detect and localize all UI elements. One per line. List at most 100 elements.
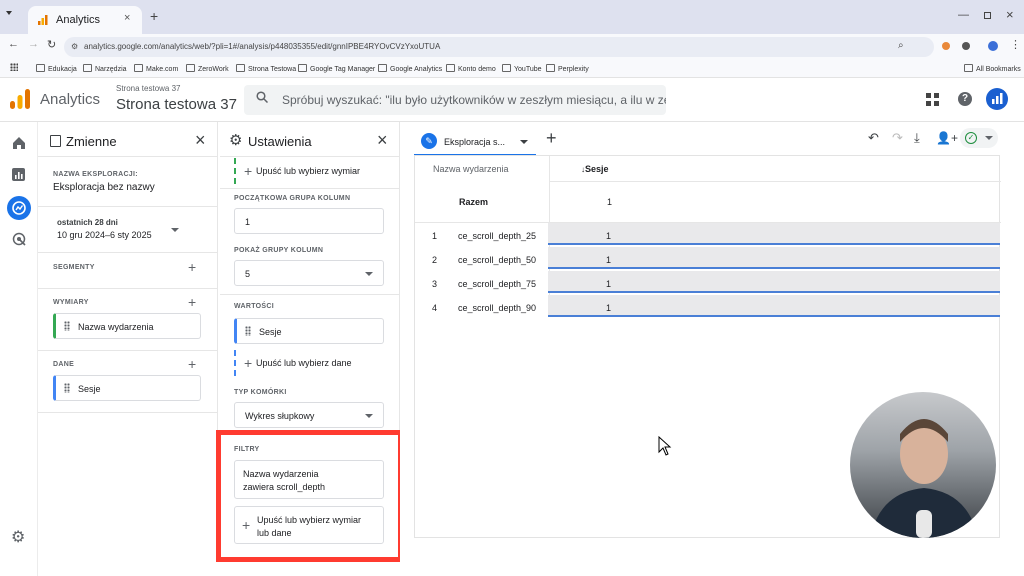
show-col-groups-label: POKAŻ GRUPY KOLUMN	[234, 247, 324, 254]
metric-chip[interactable]: Sesje	[53, 375, 201, 401]
apps-grid-icon[interactable]	[926, 93, 939, 106]
col-header-dimension[interactable]: Nazwa wydarzenia	[433, 164, 509, 174]
tab-dropdown-icon[interactable]	[520, 140, 528, 144]
variables-panel: Zmienne × NAZWA EKSPLORACJI: Eksploracja…	[38, 122, 218, 562]
col-header-metric-label: Sesje	[585, 164, 609, 174]
site-info-icon[interactable]: ⚙	[71, 42, 78, 51]
url-bar[interactable]: ⚙ analytics.google.com/analytics/web/?pl…	[64, 37, 934, 57]
bookmark-5[interactable]: Google Tag Manager	[298, 64, 375, 73]
bookmark-6[interactable]: Google Analytics	[378, 64, 442, 73]
bookmark-1[interactable]: Narzędzia	[83, 64, 127, 73]
show-col-groups-select[interactable]: 5	[234, 260, 384, 286]
restore-icon[interactable]	[984, 12, 991, 19]
date-range-label: ostatnich 28 dni	[57, 218, 118, 227]
all-bookmarks[interactable]: All Bookmarks	[964, 64, 1021, 73]
value-chip-label: Sesje	[259, 327, 282, 337]
check-circle-icon: ✓	[965, 132, 977, 144]
table-row[interactable]: 1 ce_scroll_depth_25 1	[414, 223, 1000, 247]
mouse-cursor-icon	[658, 435, 672, 456]
total-value: 1	[607, 197, 613, 207]
status-dropdown[interactable]: ✓	[960, 128, 998, 148]
advertising-icon[interactable]	[12, 232, 26, 246]
add-segment-icon[interactable]: +	[188, 260, 196, 274]
col-header-metric[interactable]: ↓Sesje	[581, 164, 609, 174]
close-settings-icon[interactable]: ×	[377, 130, 388, 151]
extension-icon-1[interactable]	[942, 42, 950, 50]
bookmark-3[interactable]: ZeroWork	[186, 64, 229, 73]
back-icon[interactable]: ←	[8, 38, 19, 50]
table-row[interactable]: 2 ce_scroll_depth_50 1	[414, 247, 1000, 271]
date-range-picker[interactable]: ostatnich 28 dni 10 gru 2024–6 sty 2025	[53, 214, 183, 242]
drag-handle-icon[interactable]	[64, 321, 70, 331]
cell-type-label: TYP KOMÓRKI	[234, 389, 287, 396]
bookmark-9[interactable]: Perplexity	[546, 64, 589, 73]
zoom-icon[interactable]: ⌕	[898, 40, 904, 51]
forward-icon[interactable]: →	[28, 38, 39, 50]
add-tab-icon[interactable]: +	[546, 128, 557, 149]
bookmark-0[interactable]: Edukacja	[36, 64, 77, 73]
row-number: 4	[432, 303, 438, 313]
reload-icon[interactable]: ↻	[47, 38, 56, 51]
extension-icon-2[interactable]	[962, 42, 970, 50]
value-chip[interactable]: Sesje	[234, 318, 384, 344]
minimize-icon[interactable]: —	[958, 9, 969, 21]
add-metric-icon[interactable]: +	[188, 357, 196, 371]
bookmark-2[interactable]: Make.com	[134, 64, 178, 73]
search-icon	[256, 91, 269, 104]
redo-icon[interactable]: ↷	[892, 130, 903, 146]
drop-data-zone[interactable]: + Upuść lub wybierz dane	[234, 350, 384, 376]
add-dimension-icon[interactable]: +	[188, 295, 196, 309]
drop-dimension-zone[interactable]: + Upuść lub wybierz wymiar	[234, 158, 384, 184]
download-icon[interactable]: ⤓	[914, 130, 920, 146]
drop-data-label: Upuść lub wybierz dane	[256, 358, 352, 368]
drag-handle-icon[interactable]	[64, 383, 70, 393]
url-text: analytics.google.com/analytics/web/?pli=…	[84, 42, 441, 51]
close-window-icon[interactable]: ×	[1006, 7, 1014, 22]
date-dropdown-icon	[171, 228, 179, 232]
bookmark-4[interactable]: Strona Testowa	[236, 64, 296, 73]
analytics-logo-icon[interactable]	[10, 89, 30, 109]
settings-gear-icon: ⚙	[229, 132, 243, 149]
bookmark-8[interactable]: YouTube	[502, 64, 542, 73]
home-icon[interactable]	[12, 136, 26, 150]
undo-icon[interactable]: ↶	[868, 130, 879, 146]
drag-handle-icon[interactable]	[245, 326, 251, 336]
drop-dimension-label: Upuść lub wybierz wymiar	[256, 166, 361, 176]
property-name[interactable]: Strona testowa 37	[116, 96, 237, 113]
start-col-group-input[interactable]: 1	[234, 208, 384, 234]
account-avatar[interactable]	[986, 88, 1008, 110]
account-name[interactable]: Strona testowa 37	[116, 84, 180, 93]
tab-close-icon[interactable]: ×	[124, 12, 130, 24]
help-icon[interactable]: ?	[958, 92, 972, 106]
exploration-tab[interactable]: ✎ Eksploracja s...	[414, 128, 536, 156]
dimensions-label: WYMIARY	[53, 299, 89, 306]
browser-tab-strip: Analytics × + — ×	[0, 0, 1024, 34]
edit-pencil-icon[interactable]: ✎	[421, 133, 437, 149]
cell-type-select[interactable]: Wykres słupkowy	[234, 402, 384, 428]
variables-title: Zmienne	[66, 134, 117, 149]
tab-search-icon[interactable]	[6, 11, 12, 15]
browser-tab[interactable]: Analytics ×	[28, 6, 142, 34]
browser-menu-icon[interactable]: ⋮	[1010, 38, 1021, 51]
exploration-name-input[interactable]: Eksploracja bez nazwy	[53, 182, 155, 193]
row-value: 1	[606, 255, 612, 265]
dimension-chip[interactable]: Nazwa wydarzenia	[53, 313, 201, 339]
row-event-name: ce_scroll_depth_75	[458, 279, 537, 289]
table-row[interactable]: 3 ce_scroll_depth_75 1	[414, 271, 1000, 295]
search-input[interactable]: Spróbuj wyszukać: "ilu było użytkowników…	[244, 85, 666, 115]
share-icon[interactable]: 👤+	[936, 131, 958, 145]
bookmark-7[interactable]: Konto demo	[446, 64, 496, 73]
new-tab-icon[interactable]: +	[150, 8, 158, 24]
row-number: 3	[432, 279, 438, 289]
admin-gear-icon[interactable]: ⚙	[11, 527, 25, 547]
row-event-name: ce_scroll_depth_50	[458, 255, 537, 265]
profile-icon[interactable]	[988, 41, 998, 51]
close-variables-icon[interactable]: ×	[195, 130, 206, 151]
apps-icon[interactable]	[10, 63, 18, 71]
bar-cell	[548, 295, 1000, 317]
explore-icon[interactable]	[7, 196, 31, 220]
dimension-chip-label: Nazwa wydarzenia	[78, 322, 154, 332]
values-label: WARTOŚCI	[234, 303, 274, 310]
reports-icon[interactable]	[12, 168, 25, 181]
table-row[interactable]: 4 ce_scroll_depth_90 1	[414, 295, 1000, 319]
